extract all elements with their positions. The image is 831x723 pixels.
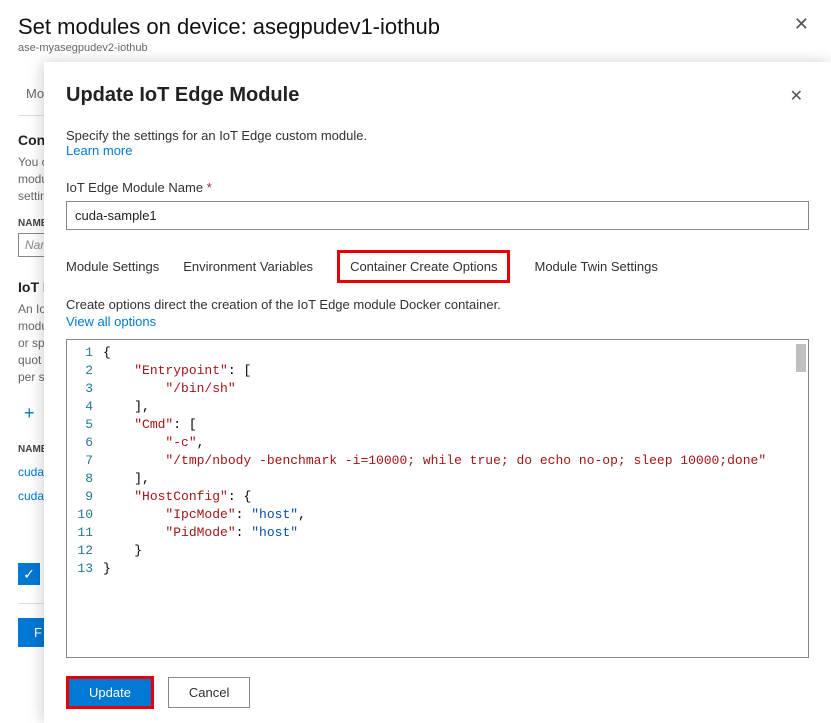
code-tk: ], xyxy=(134,399,150,414)
line-num: 2 xyxy=(75,362,93,380)
code-tk: "Cmd" xyxy=(134,417,173,432)
code-tk: "Entrypoint" xyxy=(134,363,228,378)
page-subtitle: ase-myasegpudev2-iothub xyxy=(18,42,813,54)
view-all-options-link[interactable]: View all options xyxy=(66,314,809,329)
cancel-button[interactable]: Cancel xyxy=(168,677,250,708)
line-num: 3 xyxy=(75,380,93,398)
tab-description: Create options direct the creation of th… xyxy=(66,297,809,312)
line-num: 4 xyxy=(75,398,93,416)
required-asterisk: * xyxy=(207,180,212,195)
code-tk: : [ xyxy=(228,363,251,378)
check-icon[interactable]: ✓ xyxy=(18,563,40,585)
code-tk: , xyxy=(298,507,306,522)
update-module-panel: Update IoT Edge Module ✕ Specify the set… xyxy=(44,62,831,723)
code-content[interactable]: { "Entrypoint": [ "/bin/sh" ], "Cmd": [ … xyxy=(103,340,808,657)
code-tk: : { xyxy=(228,489,251,504)
line-num: 10 xyxy=(75,506,93,524)
code-tk: , xyxy=(197,435,205,450)
line-num: 1 xyxy=(75,344,93,362)
tab-environment-variables[interactable]: Environment Variables xyxy=(183,255,313,278)
line-num: 6 xyxy=(75,434,93,452)
tab-module-twin-settings[interactable]: Module Twin Settings xyxy=(534,255,657,278)
module-name-input[interactable] xyxy=(66,201,809,230)
code-tk: : xyxy=(236,525,252,540)
page-title: Set modules on device: asegpudev1-iothub xyxy=(18,14,813,40)
line-gutter: 1 2 3 4 5 6 7 8 9 10 11 12 13 xyxy=(67,340,103,657)
code-tk: : xyxy=(236,507,252,522)
line-num: 13 xyxy=(75,560,93,578)
code-tk: { xyxy=(103,345,111,360)
code-tk: "host" xyxy=(251,525,298,540)
scrollbar-thumb[interactable] xyxy=(796,344,806,372)
code-tk: "/bin/sh" xyxy=(165,381,235,396)
code-tk: "PidMode" xyxy=(165,525,235,540)
module-name-label-text: IoT Edge Module Name xyxy=(66,180,203,195)
code-tk: } xyxy=(134,543,142,558)
panel-description: Specify the settings for an IoT Edge cus… xyxy=(66,128,809,143)
tab-module-settings[interactable]: Module Settings xyxy=(66,255,159,278)
panel-title: Update IoT Edge Module xyxy=(66,84,299,107)
line-num: 12 xyxy=(75,542,93,560)
code-tk: : [ xyxy=(173,417,196,432)
close-icon[interactable]: ✕ xyxy=(784,84,809,108)
line-num: 8 xyxy=(75,470,93,488)
code-tk: "/tmp/nbody -benchmark -i=10000; while t… xyxy=(165,453,766,468)
module-tabs: Module Settings Environment Variables Co… xyxy=(66,250,809,283)
code-tk: "host" xyxy=(251,507,298,522)
line-num: 7 xyxy=(75,452,93,470)
code-tk: "IpcMode" xyxy=(165,507,235,522)
code-tk: } xyxy=(103,561,111,576)
code-tk: "HostConfig" xyxy=(134,489,228,504)
learn-more-link[interactable]: Learn more xyxy=(66,143,809,158)
panel-button-bar: Update Cancel xyxy=(66,676,809,709)
close-icon[interactable]: ✕ xyxy=(794,14,809,35)
tab-container-create-options[interactable]: Container Create Options xyxy=(337,250,510,283)
update-button[interactable]: Update xyxy=(66,676,154,709)
module-name-label: IoT Edge Module Name * xyxy=(66,180,809,195)
line-num: 11 xyxy=(75,524,93,542)
code-tk: "-c" xyxy=(165,435,196,450)
create-options-editor[interactable]: 1 2 3 4 5 6 7 8 9 10 11 12 13 { "Entrypo… xyxy=(66,339,809,658)
line-num: 5 xyxy=(75,416,93,434)
code-tk: ], xyxy=(134,471,150,486)
line-num: 9 xyxy=(75,488,93,506)
